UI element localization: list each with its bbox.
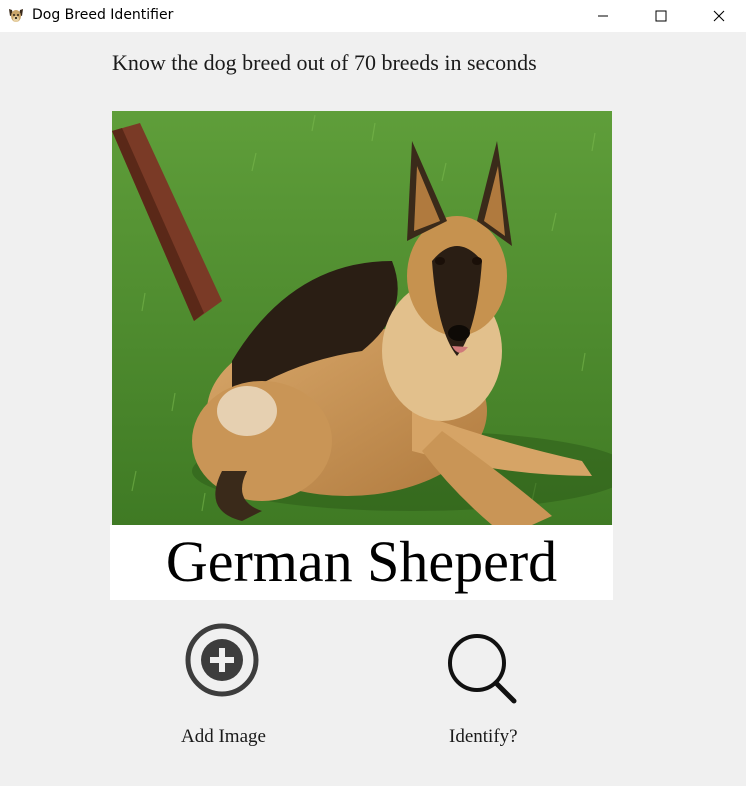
title-bar: Dog Breed Identifier [0,0,746,32]
breed-result: German Sheperd [165,529,558,594]
plus-circle-icon[interactable] [184,622,260,698]
dog-photo [112,111,612,525]
window-title: Dog Breed Identifier [32,7,174,23]
minimize-icon [598,15,608,17]
minimize-button[interactable] [574,0,632,32]
magnifier-icon[interactable] [443,631,519,707]
close-icon [713,10,725,22]
maximize-button[interactable] [632,0,690,32]
maximize-icon [655,10,667,22]
add-image-button[interactable]: Add Image [181,726,266,748]
close-button[interactable] [690,0,746,32]
identify-button[interactable]: Identify? [449,726,518,748]
tagline: Know the dog breed out of 70 breeds in s… [112,50,537,75]
dog-face-icon [9,9,23,22]
